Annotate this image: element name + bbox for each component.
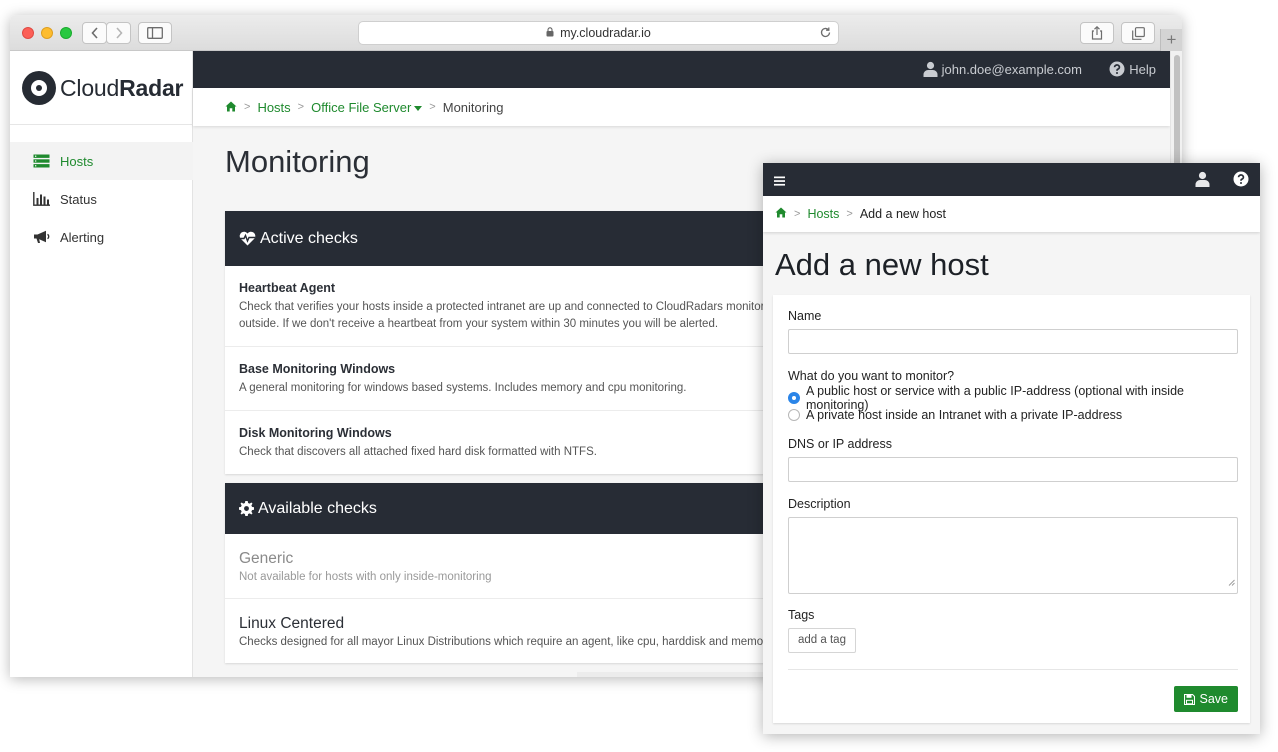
top-navbar: john.doe@example.com Help xyxy=(193,51,1170,88)
breadcrumb-separator: > xyxy=(297,101,305,113)
dns-label: DNS or IP address xyxy=(788,437,892,451)
panel-title: Active checks xyxy=(260,229,358,247)
user-menu[interactable]: john.doe@example.com xyxy=(923,61,1082,77)
tag-input[interactable]: add a tag xyxy=(788,628,856,653)
home-icon[interactable] xyxy=(775,207,787,221)
logo-text: CloudRadar xyxy=(60,74,184,101)
divider xyxy=(577,672,767,677)
user-email: john.doe@example.com xyxy=(941,61,1082,77)
breadcrumb-current: Add a new host xyxy=(859,207,946,221)
name-label: Name xyxy=(788,309,822,323)
user-icon xyxy=(923,61,938,77)
radio-private[interactable] xyxy=(788,408,800,421)
breadcrumb-separator: > xyxy=(244,101,251,113)
add-host-form: Name What do you want to monitor? A publ… xyxy=(773,295,1250,723)
help-link[interactable]: Help xyxy=(1109,61,1156,77)
page-title: Monitoring xyxy=(225,144,370,179)
breadcrumb-hosts-link[interactable]: Hosts xyxy=(257,100,290,115)
logo[interactable]: CloudRadar xyxy=(22,68,184,108)
bullhorn-icon xyxy=(30,230,52,244)
cloudradar-logo-icon xyxy=(22,71,56,105)
chevron-left-icon xyxy=(90,27,98,39)
tabs-overview-button[interactable] xyxy=(1121,22,1155,44)
share-icon xyxy=(1091,26,1103,40)
share-button[interactable] xyxy=(1080,22,1114,44)
home-icon[interactable] xyxy=(225,100,237,115)
mobile-add-host-view: > Hosts > Add a new host Add a new host … xyxy=(763,163,1260,734)
page-title: Add a new host xyxy=(775,247,989,282)
gear-icon xyxy=(239,501,254,516)
breadcrumb-separator: > xyxy=(429,101,436,113)
hamburger-menu-icon[interactable] xyxy=(774,173,785,191)
resize-handle-icon[interactable] xyxy=(1228,573,1235,591)
new-tab-button[interactable]: + xyxy=(1160,29,1182,51)
divider xyxy=(788,669,1238,670)
address-bar[interactable]: my.cloudradar.io xyxy=(358,21,839,45)
sidebar-icon xyxy=(147,27,163,39)
sidebar-item-hosts[interactable]: Hosts xyxy=(10,142,193,180)
back-button[interactable] xyxy=(82,22,107,44)
floppy-disk-icon xyxy=(1183,693,1195,705)
heartbeat-icon xyxy=(239,231,256,246)
browser-titlebar: my.cloudradar.io + xyxy=(10,15,1182,51)
sidebar-item-label: Alerting xyxy=(60,229,105,245)
sidebar-nav: Hosts Status Alerting xyxy=(10,142,193,256)
minimize-window-button[interactable] xyxy=(41,27,53,39)
mobile-navbar xyxy=(763,163,1260,196)
dns-input[interactable] xyxy=(788,457,1238,482)
panel-title: Available checks xyxy=(258,499,377,517)
caret-down-icon xyxy=(414,105,423,111)
close-window-button[interactable] xyxy=(22,27,34,39)
lock-icon xyxy=(546,26,554,40)
tabs-icon xyxy=(1131,26,1145,40)
question-circle-icon[interactable] xyxy=(1233,171,1249,192)
breadcrumb-separator: > xyxy=(846,208,853,220)
description-textarea[interactable] xyxy=(788,517,1238,594)
bar-chart-icon xyxy=(30,192,52,206)
user-icon[interactable] xyxy=(1195,171,1210,192)
help-label: Help xyxy=(1129,61,1156,77)
radio-option-public[interactable]: A public host or service with a public I… xyxy=(788,384,1236,412)
question-circle-icon xyxy=(1109,61,1125,77)
name-input[interactable] xyxy=(788,329,1238,354)
sidebar-item-label: Hosts xyxy=(60,153,94,169)
url-text: my.cloudradar.io xyxy=(560,26,651,40)
breadcrumb-hosts-link[interactable]: Hosts xyxy=(807,207,839,221)
radio-label: A private host inside an Intranet with a… xyxy=(806,407,1123,422)
mobile-breadcrumb: > Hosts > Add a new host xyxy=(763,196,1260,232)
sidebar-item-label: Status xyxy=(60,191,97,207)
divider xyxy=(10,124,193,125)
save-label: Save xyxy=(1199,692,1229,706)
sidebar-toggle-button[interactable] xyxy=(138,22,172,44)
forward-button[interactable] xyxy=(106,22,131,44)
chevron-right-icon xyxy=(115,27,123,39)
breadcrumb-server-dropdown[interactable]: Office File Server xyxy=(311,100,423,115)
breadcrumb-current: Monitoring xyxy=(442,99,504,115)
breadcrumb-separator: > xyxy=(794,208,801,220)
monitor-question-label: What do you want to monitor? xyxy=(788,369,955,383)
maximize-window-button[interactable] xyxy=(60,27,72,39)
sidebar: CloudRadar Hosts Status Alerting xyxy=(10,51,193,677)
description-label: Description xyxy=(788,497,851,511)
breadcrumb: > Hosts > Office File Server > Monitorin… xyxy=(193,88,1170,126)
sidebar-item-status[interactable]: Status xyxy=(10,180,193,218)
save-button[interactable]: Save xyxy=(1173,686,1238,712)
tags-label: Tags xyxy=(788,608,815,622)
radio-public[interactable] xyxy=(788,391,800,404)
reload-icon[interactable] xyxy=(819,26,832,42)
server-icon xyxy=(30,154,52,168)
sidebar-item-alerting[interactable]: Alerting xyxy=(10,218,193,256)
